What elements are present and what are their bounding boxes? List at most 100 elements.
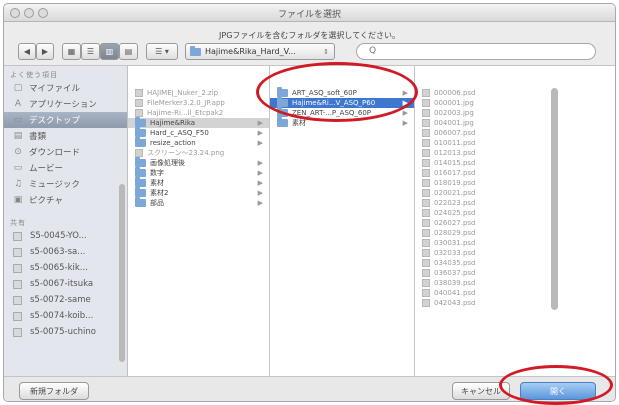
sidebar-item-shared[interactable]: s5-0063-sa... <box>4 244 127 260</box>
file-column-1: HAJIMEǀ_Nuker_2.zip FileMerker3.2.0_JP.ap… <box>128 66 270 376</box>
file-row[interactable]: 014015.psd <box>415 158 615 168</box>
sidebar-item-favorite[interactable]: ⊙ ダウンロード <box>4 144 127 160</box>
file-row[interactable]: 006007.psd <box>415 128 615 138</box>
file-row[interactable]: FileMerker3.2.0_JP.app <box>128 98 269 108</box>
file-row[interactable]: 010011.psd <box>415 138 615 148</box>
sidebar-item-favorite[interactable]: ▤ 書類 <box>4 128 127 144</box>
file-row[interactable]: 数字 ▶ <box>128 167 269 178</box>
column-padding <box>415 66 615 88</box>
folder-icon <box>135 127 146 137</box>
toolbar: ◀ ▶ ▦ ☰ ▥ ▤ ☰ ▾ Hajime&Rika_Hard_V... ⇕ … <box>4 42 615 66</box>
file-row[interactable]: 040041.psd <box>415 288 615 298</box>
chevron-right-icon: ▶ <box>257 159 263 167</box>
icon-view-button[interactable]: ▦ <box>62 43 81 60</box>
file-row[interactable]: 022023.psd <box>415 198 615 208</box>
file-row[interactable]: 016017.psd <box>415 168 615 178</box>
column3-scrollbar[interactable] <box>551 88 558 310</box>
file-name: 022023.psd <box>434 199 476 207</box>
file-name: Hajime&Rika <box>150 119 196 127</box>
file-row[interactable]: 018019.psd <box>415 178 615 188</box>
file-row[interactable]: resize_action ▶ <box>128 137 269 148</box>
file-row[interactable]: 032033.psd <box>415 248 615 258</box>
cover-flow-button[interactable]: ▤ <box>119 43 138 60</box>
sidebar-item-shared[interactable]: s5-0072-same <box>4 292 127 308</box>
file-row[interactable]: 026027.psd <box>415 218 615 228</box>
sidebar-item-favorite[interactable]: ▭ デスクトップ <box>4 112 127 128</box>
sidebar-item-label: 書類 <box>29 132 47 142</box>
file-icon <box>422 279 430 287</box>
file-row[interactable]: 038039.psd <box>415 278 615 288</box>
file-row[interactable]: スクリーン〜23.24.png <box>128 148 269 158</box>
sidebar-scrollbar[interactable] <box>119 184 125 362</box>
file-name: 018019.psd <box>434 179 476 187</box>
arrange-menu-button[interactable]: ☰ ▾ <box>146 43 178 60</box>
file-name: 000006.psd <box>434 89 476 97</box>
file-row[interactable]: 024025.psd <box>415 208 615 218</box>
sidebar-item-shared[interactable]: s5-0075-uchino <box>4 324 127 340</box>
file-icon <box>422 289 430 297</box>
sidebar-item-shared[interactable]: s5-0074-koib... <box>4 308 127 324</box>
file-row[interactable]: 部品 ▶ <box>128 197 269 208</box>
file-row[interactable]: 000001.jpg <box>415 98 615 108</box>
path-popup[interactable]: Hajime&Rika_Hard_V... ⇕ <box>185 43 335 60</box>
folder-icon <box>135 187 146 197</box>
file-icon <box>422 109 430 117</box>
file-row[interactable]: 素材 ▶ <box>128 177 269 188</box>
new-folder-button[interactable]: 新規フォルダ <box>19 382 89 400</box>
file-icon <box>135 89 143 97</box>
folder-icon <box>135 167 146 177</box>
file-row[interactable]: 020021.psd <box>415 188 615 198</box>
file-row[interactable]: 002003.jpg <box>415 108 615 118</box>
file-icon <box>422 99 430 107</box>
file-row[interactable]: 012013.psd <box>415 148 615 158</box>
file-row[interactable]: HAJIMEǀ_Nuker_2.zip <box>128 88 269 98</box>
server-icon <box>13 231 22 241</box>
file-row[interactable]: Hard_c_ASQ_F50 ▶ <box>128 127 269 138</box>
sidebar-item-icon: ▭ <box>13 163 23 173</box>
file-row[interactable]: 030031.psd <box>415 238 615 248</box>
file-row[interactable]: 042043.psd <box>415 298 615 308</box>
file-icon <box>422 89 430 97</box>
file-row[interactable]: Hajime-Ri...ll_Etcpak2 <box>128 108 269 118</box>
file-name: 024025.psd <box>434 209 476 217</box>
list-view-button[interactable]: ☰ <box>81 43 100 60</box>
file-row[interactable]: 034035.psd <box>415 258 615 268</box>
sidebar-item-favorite[interactable]: ▭ ムービー <box>4 160 127 176</box>
file-icon <box>422 299 430 307</box>
file-name: 038039.psd <box>434 279 476 287</box>
forward-button[interactable]: ▶ <box>36 43 54 60</box>
file-row[interactable]: 028029.psd <box>415 228 615 238</box>
sidebar-item-shared[interactable]: S5-0045-YO... <box>4 228 127 244</box>
sidebar-item-favorite[interactable]: ♫ ミュージック <box>4 176 127 192</box>
file-row[interactable]: 000006.psd <box>415 88 615 98</box>
back-button[interactable]: ◀ <box>18 43 36 60</box>
server-icon <box>13 247 22 257</box>
file-icon <box>422 169 430 177</box>
file-row[interactable]: 036037.psd <box>415 268 615 278</box>
search-field[interactable]: Q <box>356 43 596 60</box>
chevron-right-icon: ▶ <box>402 119 408 127</box>
sidebar-item-favorite[interactable]: ▢ マイファイル <box>4 80 127 96</box>
chevron-right-icon: ▶ <box>257 199 263 207</box>
file-row[interactable]: 素材2 ▶ <box>128 187 269 198</box>
file-name: 002003.jpg <box>434 109 474 117</box>
file-icon <box>422 209 430 217</box>
file-row[interactable]: Hajime&Rika ▶ <box>128 117 269 128</box>
file-name: 030031.psd <box>434 239 476 247</box>
folder-icon <box>135 197 146 207</box>
sidebar-item-favorite[interactable]: A アプリケーション <box>4 96 127 112</box>
file-name: 素材 <box>150 179 164 187</box>
sidebar-item-favorite[interactable]: ▣ ピクチャ <box>4 192 127 208</box>
folder-icon <box>277 117 288 127</box>
title-bar: ファイルを選択 <box>4 4 615 22</box>
file-row[interactable]: 004001.jpg <box>415 118 615 128</box>
sidebar-item-label: s5-0065-kik... <box>30 263 88 273</box>
sidebar-item-shared[interactable]: s5-0067-itsuka <box>4 276 127 292</box>
sidebar-item-shared[interactable]: s5-0065-kik... <box>4 260 127 276</box>
file-row[interactable]: 画像処理後 ▶ <box>128 157 269 168</box>
file-name: 016017.psd <box>434 169 476 177</box>
column-view-button[interactable]: ▥ <box>100 43 119 60</box>
chevron-right-icon: ▶ <box>257 169 263 177</box>
sidebar-item-label: s5-0067-itsuka <box>30 279 94 289</box>
file-icon <box>422 259 430 267</box>
